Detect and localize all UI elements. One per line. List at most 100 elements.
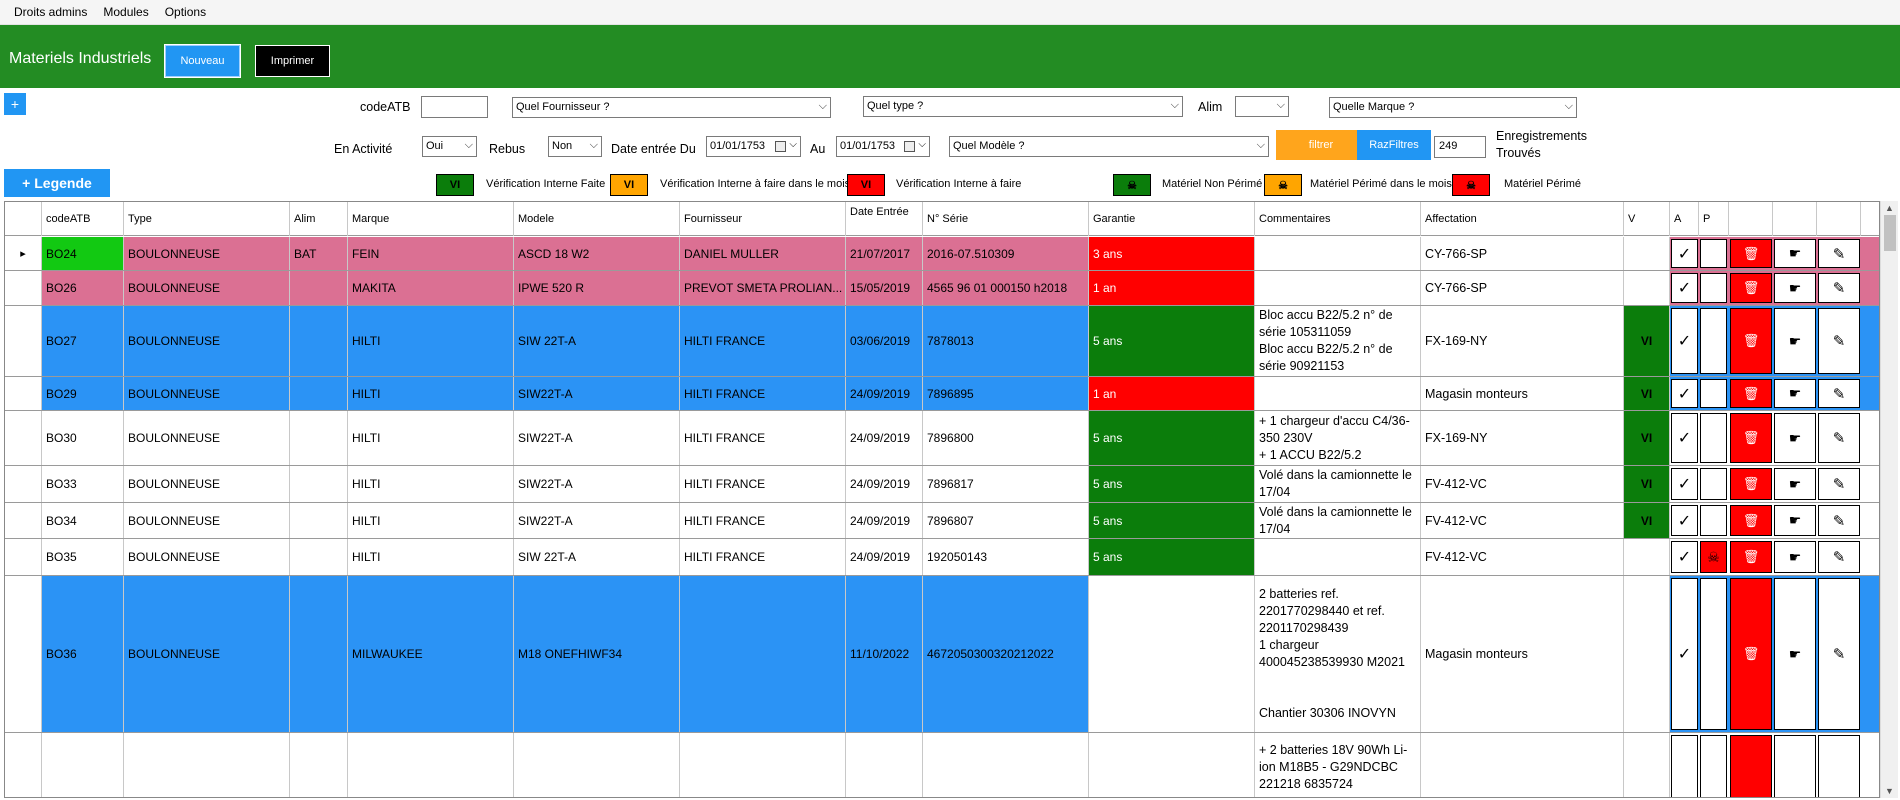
hand-pointer-icon[interactable]: ☛ xyxy=(1774,379,1816,408)
col-affectation[interactable]: Affectation xyxy=(1421,202,1624,236)
hand-pointer-icon[interactable]: ☛ xyxy=(1774,273,1816,303)
table-row[interactable]: BO26 BOULONNEUSE MAKITA IPWE 520 R PREVOT SM… xyxy=(5,271,1879,306)
skull-icon[interactable] xyxy=(1700,308,1727,374)
trash-icon[interactable] xyxy=(1730,735,1772,797)
row-selector[interactable] xyxy=(5,576,42,732)
trash-icon[interactable]: 🗑 xyxy=(1730,413,1772,463)
table-row[interactable]: BO34 BOULONNEUSE HILTI SIW22T-A HILTI FRANCE… xyxy=(5,503,1879,539)
trash-icon[interactable]: 🗑 xyxy=(1730,541,1772,573)
check-icon[interactable]: ✓ xyxy=(1671,413,1698,463)
modele-select[interactable]: Quel Modèle ? ⌵ xyxy=(949,136,1269,157)
legend-button[interactable]: + Legende xyxy=(4,169,110,197)
table-row[interactable]: BO35 BOULONNEUSE HILTI SIW 22T-A HILTI FRANC… xyxy=(5,539,1879,576)
col-commentaires[interactable]: Commentaires xyxy=(1255,202,1421,236)
type-select[interactable]: Quel type ? ⌵ xyxy=(863,96,1183,117)
calendar-icon[interactable] xyxy=(904,141,915,152)
rebus-select[interactable]: Non ⌵ xyxy=(548,136,602,157)
col-v[interactable]: V xyxy=(1624,202,1670,236)
marque-select[interactable]: Quelle Marque ? ⌵ xyxy=(1329,97,1577,118)
reset-filters-button[interactable]: RazFiltres xyxy=(1357,130,1431,160)
col-marque[interactable]: Marque xyxy=(348,202,514,236)
skull-icon[interactable] xyxy=(1700,578,1727,730)
table-row[interactable]: ▸ BO24 BOULONNEUSE BAT FEIN ASCD 18 W2 DANIEL … xyxy=(5,237,1879,271)
check-icon[interactable]: ✓ xyxy=(1671,308,1698,374)
pencil-icon[interactable] xyxy=(1818,735,1860,797)
hand-pointer-icon[interactable]: ☛ xyxy=(1774,578,1816,730)
row-selector[interactable] xyxy=(5,503,42,538)
pencil-icon[interactable]: ✎ xyxy=(1818,379,1860,408)
trash-icon[interactable]: 🗑 xyxy=(1730,239,1772,268)
scroll-thumb[interactable] xyxy=(1884,215,1896,251)
col-type[interactable]: Type xyxy=(124,202,290,236)
menu-options[interactable]: Options xyxy=(157,5,214,19)
scroll-up-icon[interactable]: ▲ xyxy=(1885,203,1894,213)
pencil-icon[interactable]: ✎ xyxy=(1818,541,1860,573)
col-p[interactable]: P xyxy=(1699,202,1729,236)
pencil-icon[interactable]: ✎ xyxy=(1818,468,1860,500)
trash-icon[interactable]: 🗑 xyxy=(1730,273,1772,303)
trash-icon[interactable]: 🗑 xyxy=(1730,379,1772,408)
trash-icon[interactable]: 🗑 xyxy=(1730,468,1772,500)
fournisseur-select[interactable]: Quel Fournisseur ? ⌵ xyxy=(512,97,831,118)
table-row[interactable]: BO33 BOULONNEUSE HILTI SIW22T-A HILTI FRANCE… xyxy=(5,466,1879,503)
pencil-icon[interactable]: ✎ xyxy=(1818,578,1860,730)
hand-pointer-icon[interactable]: ☛ xyxy=(1774,505,1816,536)
skull-icon[interactable] xyxy=(1700,413,1727,463)
pencil-icon[interactable]: ✎ xyxy=(1818,308,1860,374)
check-icon[interactable]: ✓ xyxy=(1671,239,1698,268)
hand-pointer-icon[interactable]: ☛ xyxy=(1774,308,1816,374)
trash-icon[interactable]: 🗑 xyxy=(1730,308,1772,374)
calendar-icon[interactable] xyxy=(775,141,786,152)
table-row[interactable]: BO29 BOULONNEUSE HILTI SIW22T-A HILTI FRANCE… xyxy=(5,377,1879,411)
col-alim[interactable]: Alim xyxy=(290,202,348,236)
alim-select[interactable]: ⌵ xyxy=(1235,96,1289,117)
vertical-scrollbar[interactable]: ▲ ▼ xyxy=(1880,201,1898,798)
hand-pointer-icon[interactable]: ☛ xyxy=(1774,239,1816,268)
new-button[interactable]: Nouveau xyxy=(164,44,241,78)
col-garantie[interactable]: Garantie xyxy=(1089,202,1255,236)
col-codeatb[interactable]: codeATB xyxy=(42,202,124,236)
codeatb-input[interactable] xyxy=(421,96,488,118)
row-selector[interactable]: ▸ xyxy=(5,237,42,270)
skull-icon[interactable] xyxy=(1700,735,1727,797)
col-a[interactable]: A xyxy=(1670,202,1699,236)
skull-icon[interactable] xyxy=(1700,239,1727,268)
hand-pointer-icon[interactable]: ☛ xyxy=(1774,413,1816,463)
scroll-down-icon[interactable]: ▼ xyxy=(1885,786,1894,796)
trash-icon[interactable]: 🗑 xyxy=(1730,578,1772,730)
hand-pointer-icon[interactable] xyxy=(1774,735,1816,797)
row-selector[interactable] xyxy=(5,539,42,575)
check-icon[interactable]: ✓ xyxy=(1671,468,1698,500)
row-selector[interactable] xyxy=(5,306,42,376)
row-selector[interactable] xyxy=(5,377,42,410)
menu-droits-admins[interactable]: Droits admins xyxy=(6,5,95,19)
skull-icon[interactable] xyxy=(1700,379,1727,408)
hand-pointer-icon[interactable]: ☛ xyxy=(1774,541,1816,573)
col-date-entree[interactable]: Date Entrée xyxy=(846,202,923,236)
table-row[interactable]: BO27 BOULONNEUSE HILTI SIW 22T-A HILTI FRANC… xyxy=(5,306,1879,377)
skull-icon[interactable] xyxy=(1700,468,1727,500)
row-selector[interactable] xyxy=(5,411,42,465)
date-from-picker[interactable]: 01/01/1753 ⌵ xyxy=(706,136,801,157)
check-icon[interactable]: ✓ xyxy=(1671,273,1698,303)
table-row[interactable]: + 2 batteries 18V 90Wh Li-ion M18B5 - G2… xyxy=(5,733,1879,797)
row-selector[interactable] xyxy=(5,733,42,797)
trash-icon[interactable]: 🗑 xyxy=(1730,505,1772,536)
filter-button[interactable]: filtrer xyxy=(1276,130,1366,160)
check-icon[interactable]: ✓ xyxy=(1671,578,1698,730)
menu-modules[interactable]: Modules xyxy=(95,5,156,19)
skull-icon[interactable] xyxy=(1700,505,1727,536)
pencil-icon[interactable]: ✎ xyxy=(1818,505,1860,536)
row-selector[interactable] xyxy=(5,271,42,305)
col-fournisseur[interactable]: Fournisseur xyxy=(680,202,846,236)
date-to-picker[interactable]: 01/01/1753 ⌵ xyxy=(836,136,930,157)
skull-icon[interactable] xyxy=(1700,273,1727,303)
check-icon[interactable]: ✓ xyxy=(1671,379,1698,408)
check-icon[interactable] xyxy=(1671,735,1698,797)
pencil-icon[interactable]: ✎ xyxy=(1818,239,1860,268)
table-row[interactable]: BO30 BOULONNEUSE HILTI SIW22T-A HILTI FRANCE… xyxy=(5,411,1879,466)
expand-filters-button[interactable]: + xyxy=(4,93,26,115)
table-row[interactable]: BO36 BOULONNEUSE MILWAUKEE M18 ONEFHIWF34 11… xyxy=(5,576,1879,733)
hand-pointer-icon[interactable]: ☛ xyxy=(1774,468,1816,500)
check-icon[interactable]: ✓ xyxy=(1671,541,1698,573)
